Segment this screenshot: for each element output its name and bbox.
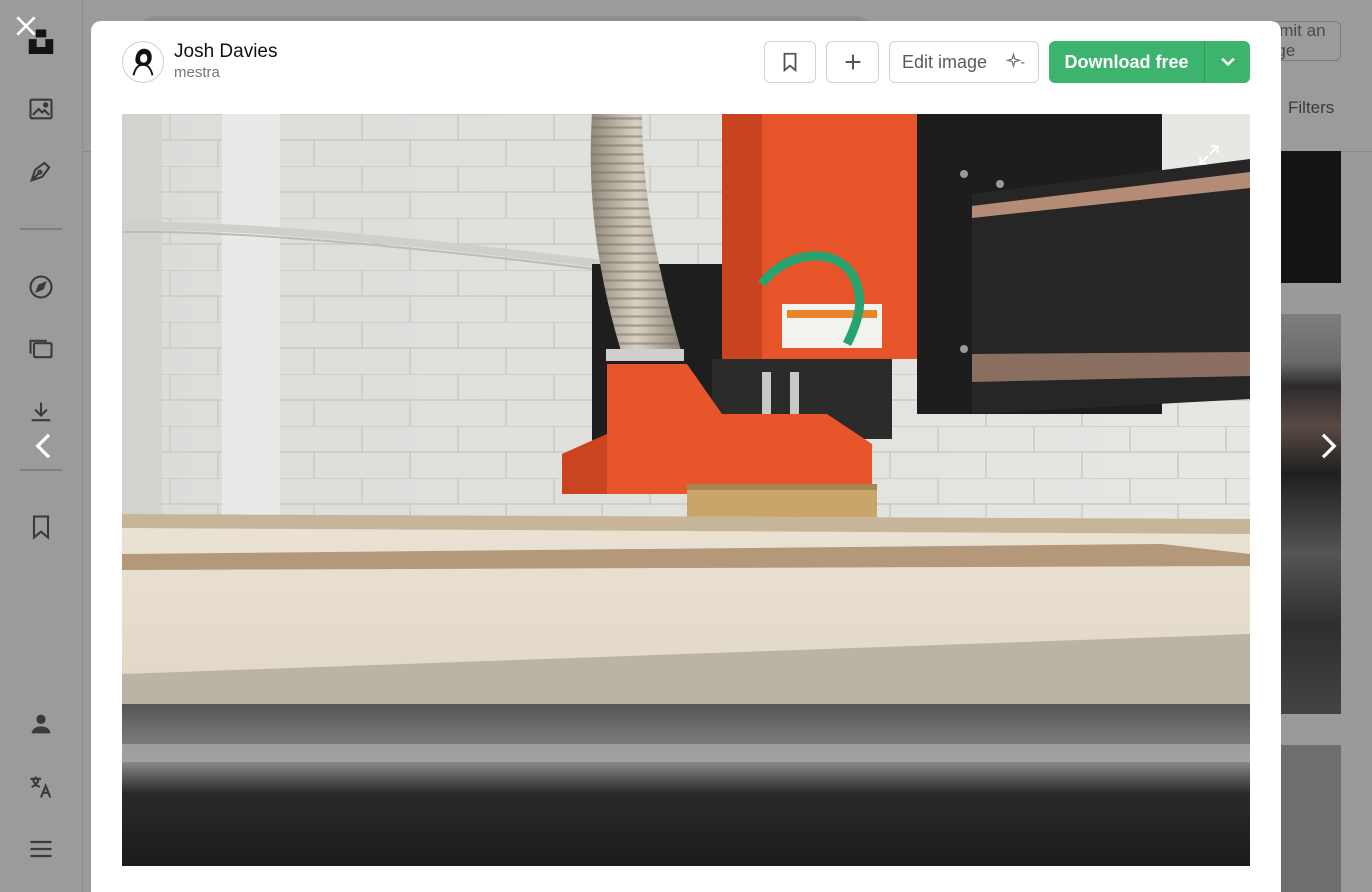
chevron-right-icon [1321, 433, 1337, 459]
author-handle[interactable]: mestra [174, 63, 278, 83]
download-free-button[interactable]: Download free [1049, 41, 1205, 83]
edit-image-label: Edit image [902, 51, 988, 72]
plus-icon [845, 54, 860, 70]
image-icon[interactable] [23, 91, 59, 127]
previous-photo-button[interactable] [24, 425, 64, 467]
download-size-menu-button[interactable] [1205, 41, 1250, 83]
photo-modal: Josh Davies mestra Edit image Download f… [91, 21, 1281, 892]
add-to-collection-button[interactable] [826, 41, 879, 83]
menu-icon[interactable] [23, 831, 59, 867]
chevron-down-icon [1220, 57, 1235, 67]
sidebar-divider [20, 228, 62, 230]
close-icon [16, 16, 36, 36]
main-photo[interactable] [122, 114, 1250, 866]
expand-icon [1199, 145, 1219, 165]
edit-image-button[interactable]: Edit image [889, 41, 1039, 83]
avatar[interactable] [122, 41, 164, 83]
pen-nib-icon[interactable] [23, 153, 59, 189]
author-info[interactable]: Josh Davies mestra [122, 41, 278, 83]
cnc-router-photo [122, 114, 1250, 866]
chevron-left-icon [35, 433, 51, 459]
sparkle-icon [1006, 52, 1025, 69]
filters-button[interactable]: Filters [1288, 98, 1334, 118]
user-icon[interactable] [23, 706, 59, 742]
sidebar-divider [20, 469, 62, 471]
close-modal-button[interactable] [10, 10, 42, 42]
author-name[interactable]: Josh Davies [174, 41, 278, 63]
bookmark-icon[interactable] [23, 509, 59, 545]
expand-photo-button[interactable] [1194, 140, 1224, 170]
bookmark-button[interactable] [764, 41, 816, 83]
collections-icon[interactable] [23, 331, 59, 367]
download-button-group: Download free [1049, 41, 1250, 83]
bookmark-icon [783, 52, 797, 73]
compass-icon[interactable] [23, 269, 59, 305]
next-photo-button[interactable] [1308, 425, 1348, 467]
translate-icon[interactable] [23, 769, 59, 805]
